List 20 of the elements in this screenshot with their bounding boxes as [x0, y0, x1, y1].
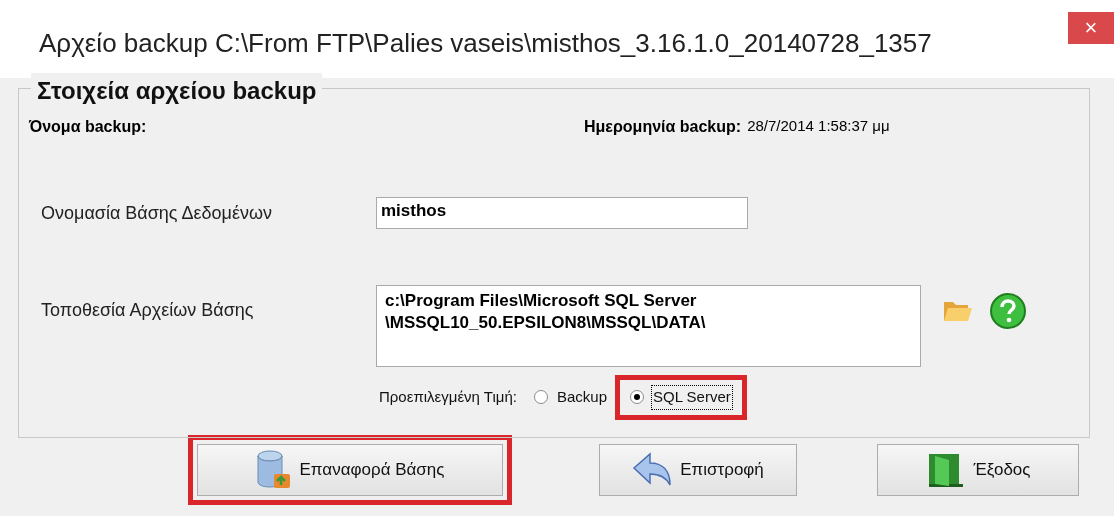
- database-name-field[interactable]: misthos: [376, 197, 748, 229]
- window-title: Αρχείο backup C:\From FTP\Palies vaseis\misthos_3.16.1.0_20140728_1357: [39, 27, 932, 60]
- location-field[interactable]: c:\Program Files\Microsoft SQL Server \MSSQL10_50.EPSILON8\MSSQL\DATA\: [376, 285, 921, 367]
- backup-date-label: Ημερομηνία backup:: [584, 117, 742, 137]
- restore-button[interactable]: Επαναφορά Βάσης: [197, 444, 503, 496]
- exit-button[interactable]: Έξοδος: [877, 444, 1079, 496]
- default-value-label: Προεπιλεγμένη Τιμή:: [379, 387, 517, 407]
- backup-date-value: 28/7/2014 1:58:37 μμ: [747, 116, 890, 136]
- close-button[interactable]: ×: [1068, 12, 1114, 44]
- back-button[interactable]: Επιστροφή: [599, 444, 797, 496]
- location-label: Τοποθεσία Αρχείων Βάσης: [41, 299, 255, 322]
- database-name-label: Ονομασία Βάσης Δεδομένων: [41, 201, 274, 225]
- radio-button[interactable]: [630, 390, 644, 405]
- backup-name-label: Όνομα backup:: [29, 117, 148, 137]
- radio-button[interactable]: [533, 390, 548, 405]
- radio-label[interactable]: SQL Server: [652, 386, 732, 409]
- radio-label[interactable]: Backup: [555, 386, 608, 409]
- help-icon[interactable]: [989, 292, 1027, 330]
- back-arrow-icon: [632, 452, 673, 488]
- database-icon: [255, 450, 292, 490]
